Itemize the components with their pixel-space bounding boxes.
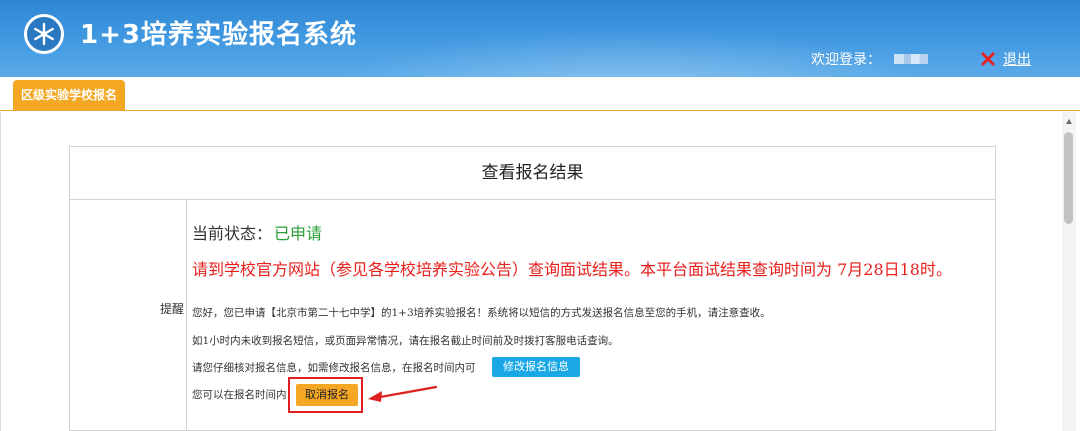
red-x-icon[interactable] <box>978 49 998 69</box>
sms-confirmation-message: 您好，您已申请【北京市第二十七中学】的1+3培养实验报名！系统将以短信的方式发送… <box>192 307 771 319</box>
scrollbar-thumb[interactable] <box>1064 132 1073 224</box>
username-redacted <box>894 54 928 64</box>
triangle-up-icon[interactable] <box>1065 118 1073 126</box>
logout-link[interactable]: 退出 <box>1003 51 1031 69</box>
tab-district-school-registration[interactable]: 区级实验学校报名 <box>13 80 125 110</box>
app-header: 1+3培养实验报名系统 欢迎登录： 退出 <box>0 0 1080 77</box>
red-arrow-icon <box>368 385 438 402</box>
reminder-label: 提醒 <box>160 302 185 316</box>
column-divider <box>186 199 187 431</box>
cancel-info-message: 您可以在报名时间内 <box>192 389 287 401</box>
welcome-label: 欢迎登录： <box>811 52 881 68</box>
status-value: 已申请 <box>274 224 323 243</box>
result-title: 查看报名结果 <box>70 147 995 200</box>
modify-registration-button[interactable]: 修改报名信息 <box>492 357 580 377</box>
status-label: 当前状态： <box>192 224 273 243</box>
highlight-box <box>288 377 363 413</box>
snowflake-emblem-icon <box>24 14 64 54</box>
interview-notice: 请到学校官方网站（参见各学校培养实验公告）查询面试结果。本平台面试结果查询时间为… <box>192 260 952 279</box>
modify-info-message: 请您仔细核对报名信息，如需修改报名信息，在报名时间内可 <box>192 362 476 374</box>
tab-bar <box>0 77 1080 111</box>
no-sms-help-message: 如1小时内未收到报名短信，或页面异常情况，请在报名截止时间前及时拨打客服电话查询… <box>192 335 619 347</box>
app-title: 1+3培养实验报名系统 <box>80 20 357 50</box>
